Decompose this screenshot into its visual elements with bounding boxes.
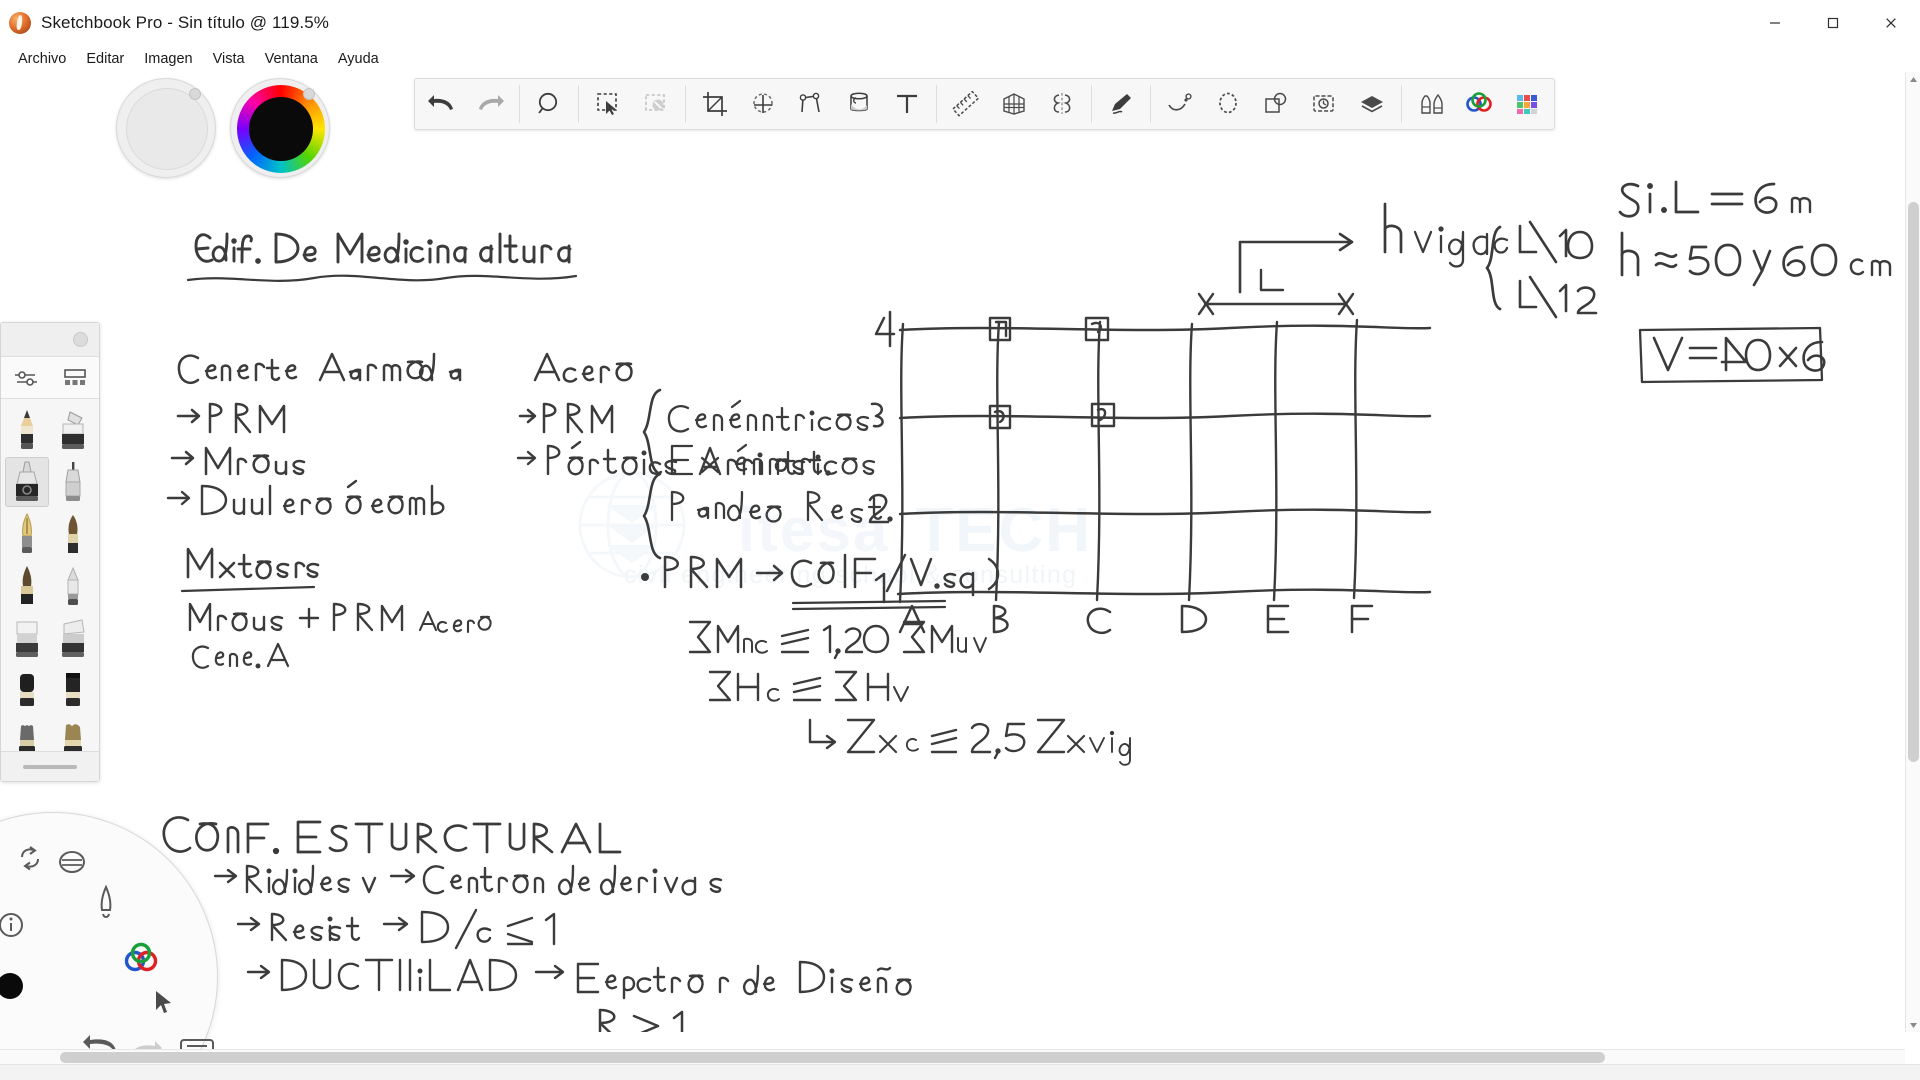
sketchbook-logo-icon: [9, 12, 31, 34]
toolbar-group-selection: [581, 79, 683, 129]
main-toolbar: [414, 78, 1555, 130]
text-tool-icon[interactable]: [883, 79, 931, 129]
brush-bristle[interactable]: [5, 561, 49, 611]
brush-palette-resize-handle[interactable]: [1, 751, 99, 781]
brush-properties-icon[interactable]: [4, 361, 48, 395]
window-controls: [1746, 0, 1920, 46]
brush-palette-close-dot[interactable]: [73, 332, 88, 347]
brush-natural-bristle[interactable]: [51, 717, 95, 751]
deselect-icon[interactable]: [632, 79, 680, 129]
brush-flat-wide[interactable]: [51, 665, 95, 715]
window-title: Sketchbook Pro - Sin título @ 119.5%: [41, 13, 329, 32]
maximize-button[interactable]: [1804, 0, 1862, 46]
handwritten-notes-ink: [162, 180, 1892, 1032]
color-puck-knob[interactable]: [303, 88, 315, 100]
brush-puck[interactable]: [116, 78, 216, 178]
toolbar-group-edit: [688, 79, 934, 129]
brush-pencil[interactable]: [5, 405, 49, 455]
brush-library-grid-icon[interactable]: [53, 361, 97, 395]
brush-puck-knob[interactable]: [189, 88, 201, 100]
menu-imagen[interactable]: Imagen: [134, 48, 202, 70]
toolbar-group-draw: [1094, 79, 1148, 129]
toolbar-group-zoom: [522, 79, 576, 129]
lagoon-brush-palette-icon[interactable]: [55, 845, 89, 879]
color-swatches-icon[interactable]: [1503, 79, 1551, 129]
time-lapse-icon[interactable]: [1300, 79, 1348, 129]
toolbar-group-history: [415, 79, 517, 129]
resize-bar: [23, 764, 77, 769]
drawing-canvas[interactable]: itesa TECH civil engineering school & con…: [0, 72, 1896, 1032]
toolbar-separator: [685, 85, 686, 123]
toolbar-separator: [936, 85, 937, 123]
menu-editar[interactable]: Editar: [76, 48, 134, 70]
ruler-icon[interactable]: [942, 79, 990, 129]
toolbar-group-color: [1404, 79, 1554, 129]
lagoon-info-icon[interactable]: [0, 909, 27, 941]
vertical-scrollbar[interactable]: [1905, 72, 1920, 1032]
lagoon-brush-properties-icon[interactable]: [89, 883, 123, 927]
scan-sketch-icon[interactable]: [1252, 79, 1300, 129]
title-bar: Sketchbook Pro - Sin título @ 119.5%: [0, 0, 1920, 46]
scroll-up-arrow-icon[interactable]: [1906, 72, 1920, 86]
scroll-down-arrow-icon[interactable]: [1906, 1018, 1920, 1032]
layers-icon[interactable]: [1348, 79, 1396, 129]
redo-icon[interactable]: [466, 79, 514, 129]
brush-eraser-hard[interactable]: [5, 613, 49, 663]
menu-vista[interactable]: Vista: [203, 48, 255, 70]
pencil-edit-icon[interactable]: [1097, 79, 1145, 129]
symmetry-icon[interactable]: [1038, 79, 1086, 129]
brush-puck-inner: [126, 88, 208, 170]
toolbar-group-guides: [939, 79, 1089, 129]
color-puck[interactable]: [230, 78, 330, 178]
lagoon-cursor-icon[interactable]: [149, 987, 179, 1017]
toolbar-separator: [1091, 85, 1092, 123]
horizontal-scroll-thumb[interactable]: [60, 1052, 1605, 1063]
brush-felt-tip[interactable]: [51, 457, 95, 507]
brush-airbrush[interactable]: [5, 457, 49, 507]
undo-icon[interactable]: [418, 79, 466, 129]
brush-library-icon[interactable]: [1407, 79, 1455, 129]
brush-flat-dark[interactable]: [5, 665, 49, 715]
menu-bar: Archivo Editar Imagen Vista Ventana Ayud…: [0, 46, 1920, 72]
brush-palette-header: [1, 323, 99, 357]
shape-polyline-icon[interactable]: [787, 79, 835, 129]
crop-icon[interactable]: [691, 79, 739, 129]
zoom-icon[interactable]: [525, 79, 573, 129]
brush-palette: [0, 322, 100, 782]
lagoon-undo-redo-icon[interactable]: [13, 841, 47, 875]
lagoon-color-wheel-icon[interactable]: [121, 939, 161, 979]
french-curve-icon[interactable]: [1156, 79, 1204, 129]
brush-pastel[interactable]: [51, 561, 95, 611]
sketchbook-app-window: Sketchbook Pro - Sin título @ 119.5% Arc…: [0, 0, 1920, 1080]
menu-archivo[interactable]: Archivo: [8, 48, 76, 70]
select-rectangle-icon[interactable]: [584, 79, 632, 129]
brush-fountain-pen[interactable]: [5, 509, 49, 559]
vertical-scroll-thumb[interactable]: [1908, 202, 1919, 762]
status-bar: [0, 1064, 1920, 1080]
minimize-button[interactable]: [1746, 0, 1804, 46]
transform-icon[interactable]: [739, 79, 787, 129]
brush-grid: [1, 399, 99, 751]
toolbar-separator: [1150, 85, 1151, 123]
toolbar-separator: [578, 85, 579, 123]
ellipse-icon[interactable]: [1204, 79, 1252, 129]
close-button[interactable]: [1862, 0, 1920, 46]
toolbar-group-shapes: [1153, 79, 1399, 129]
brush-palette-tabs: [1, 357, 99, 399]
menu-ventana[interactable]: Ventana: [255, 48, 328, 70]
menu-ayuda[interactable]: Ayuda: [328, 48, 389, 70]
brush-marker-chisel[interactable]: [51, 405, 95, 455]
paint-bucket-icon[interactable]: [835, 79, 883, 129]
perspective-grid-icon[interactable]: [990, 79, 1038, 129]
brush-fan[interactable]: [5, 717, 49, 751]
color-wheel-icon[interactable]: [1455, 79, 1503, 129]
brush-eraser-soft[interactable]: [51, 613, 95, 663]
toolbar-separator: [519, 85, 520, 123]
toolbar-separator: [1401, 85, 1402, 123]
current-color-swatch[interactable]: [249, 97, 313, 161]
horizontal-scrollbar[interactable]: [0, 1049, 1905, 1064]
brush-round-soft[interactable]: [51, 509, 95, 559]
lagoon-current-color-icon[interactable]: [0, 971, 25, 1001]
